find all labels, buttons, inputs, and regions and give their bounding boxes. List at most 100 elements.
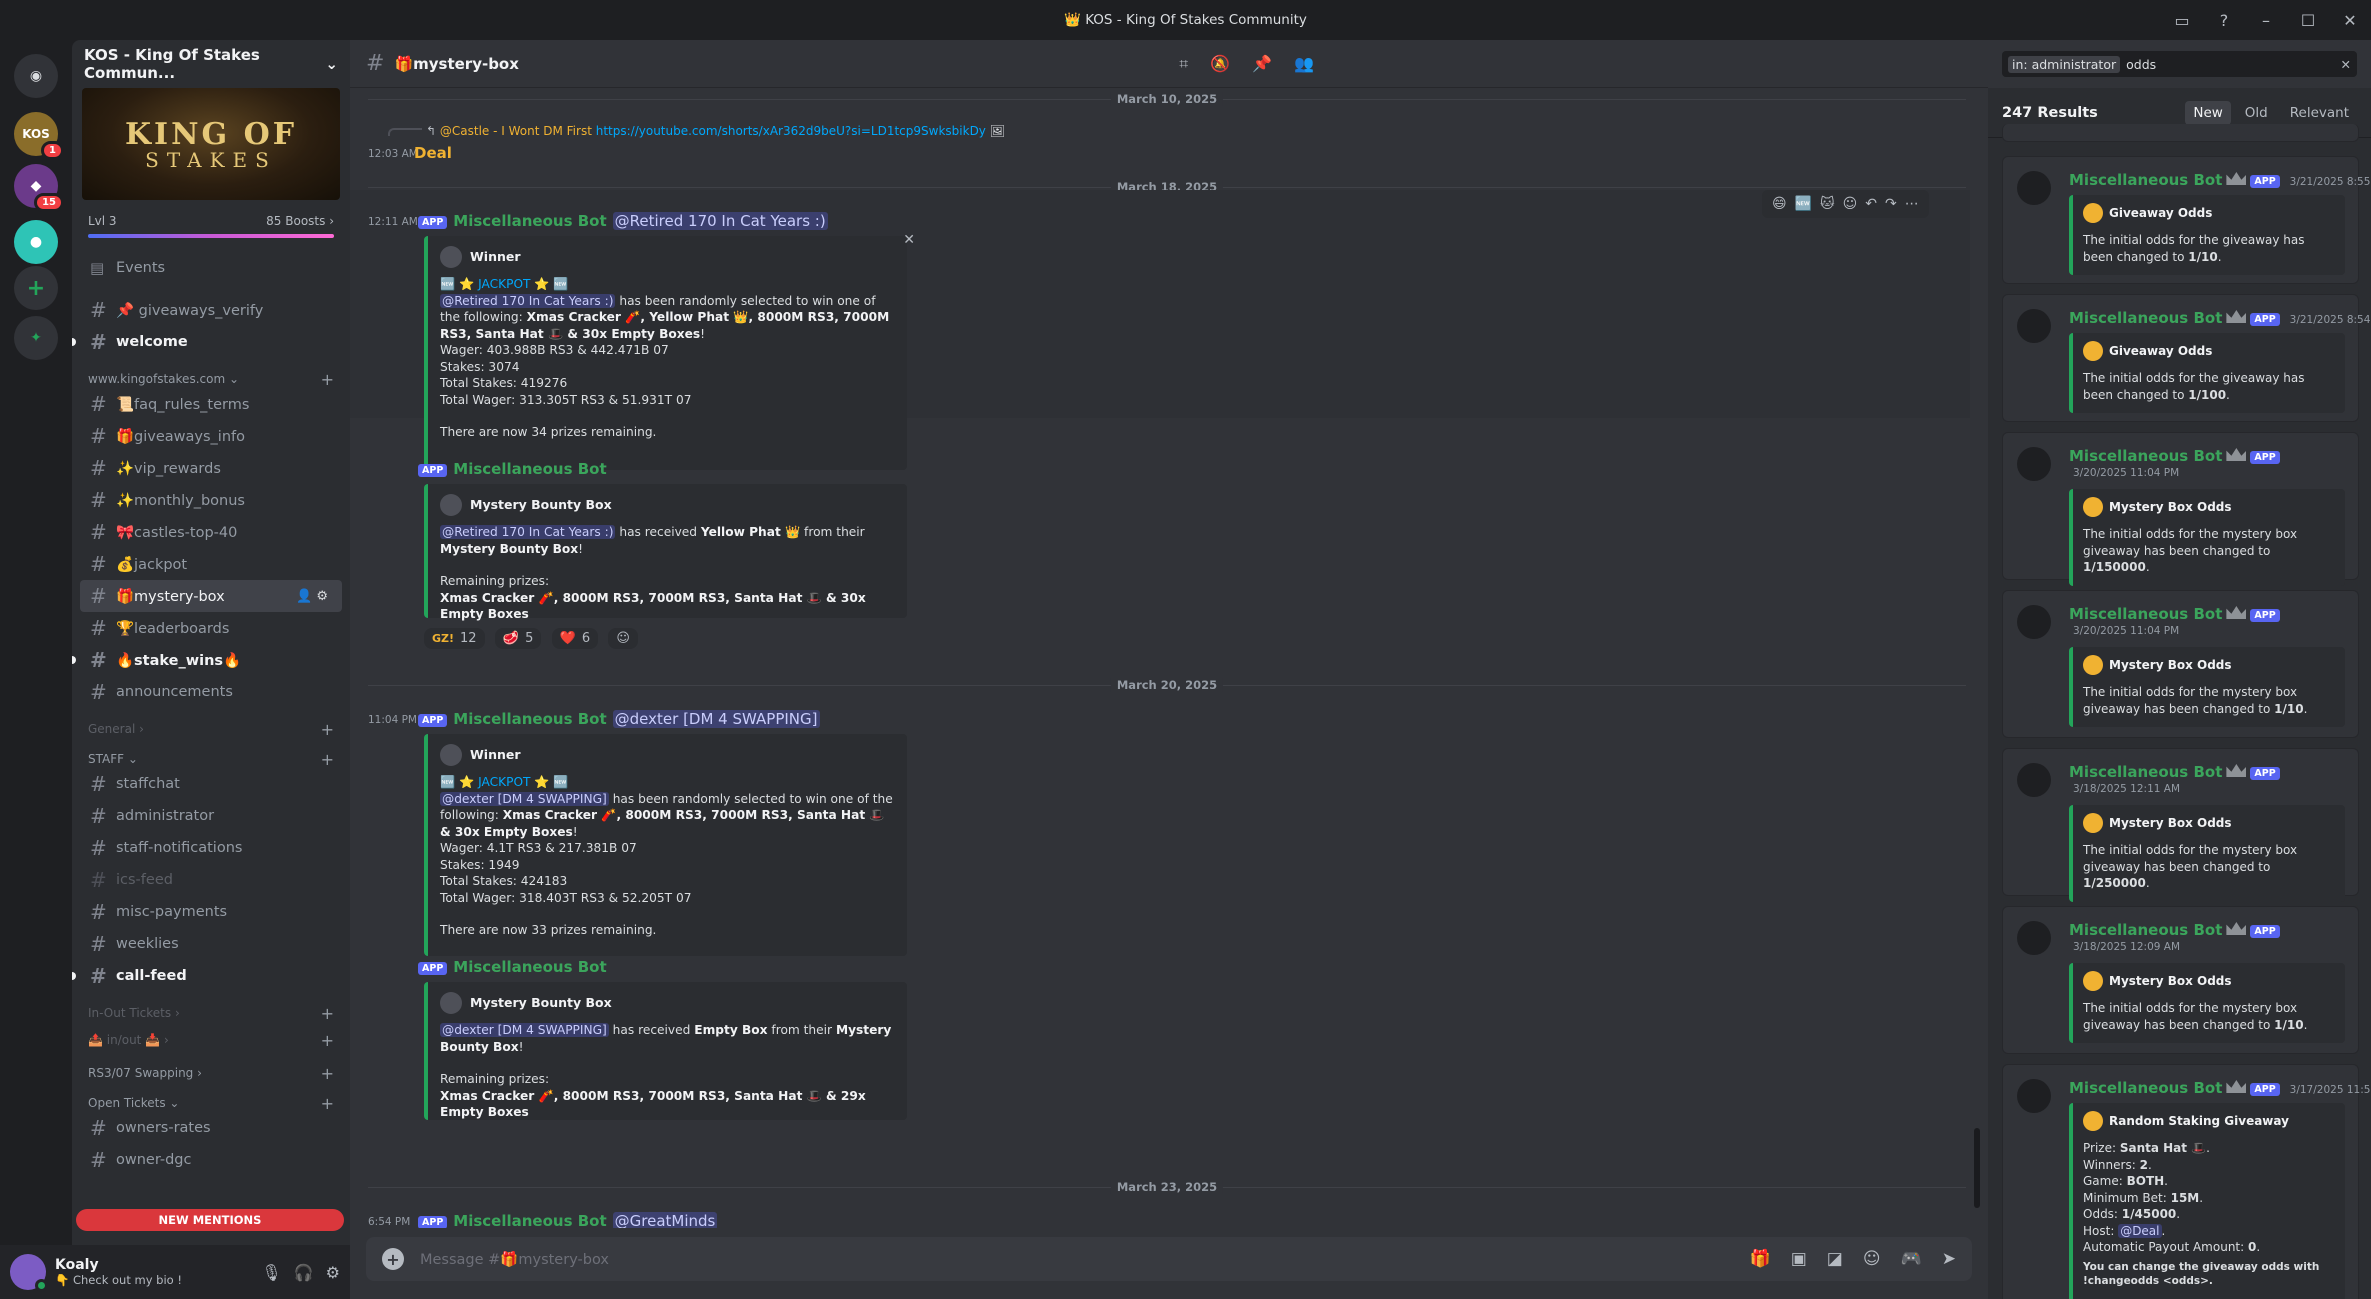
- server-icon-2[interactable]: ◆ 15: [14, 164, 64, 212]
- message-input[interactable]: Message #🎁mystery-box: [420, 1251, 609, 1268]
- author-name[interactable]: Miscellaneous Bot: [453, 460, 606, 478]
- add-channel-icon[interactable]: +: [321, 720, 334, 739]
- server-icon-3[interactable]: ●: [14, 220, 58, 264]
- channel-ics-feed[interactable]: # ics-feed: [80, 864, 342, 896]
- discord-home-icon[interactable]: ◉: [14, 54, 58, 98]
- channel-staff-notifications[interactable]: # staff-notifications: [80, 832, 342, 864]
- category-staff[interactable]: STAFF ⌄ +: [80, 738, 342, 769]
- sort-relevant-tab[interactable]: Relevant: [2282, 101, 2357, 125]
- add-channel-icon[interactable]: +: [321, 1004, 334, 1023]
- more-icon[interactable]: ⋯: [1905, 196, 1919, 212]
- author-name[interactable]: Miscellaneous Bot: [453, 1212, 606, 1228]
- server-header[interactable]: KOS - King Of Stakes Commun... ⌄: [72, 40, 350, 88]
- reaction-meat[interactable]: 🥩 5: [494, 628, 542, 649]
- channel-announcements[interactable]: # announcements: [80, 676, 342, 708]
- boost-row[interactable]: Lvl 3 85 Boosts ›: [72, 214, 350, 228]
- author-name[interactable]: Miscellaneous Bot: [453, 958, 606, 976]
- server-kos[interactable]: KOS 1: [14, 112, 64, 160]
- add-channel-icon[interactable]: +: [321, 750, 334, 769]
- send-icon[interactable]: ➤: [1942, 1249, 1956, 1269]
- add-channel-icon[interactable]: +: [321, 1031, 334, 1050]
- channel-monthly-bonus[interactable]: # ✨monthly_bonus: [80, 484, 342, 516]
- headphones-icon[interactable]: 🎧: [294, 1263, 314, 1282]
- channel-vip-rewards[interactable]: # ✨vip_rewards: [80, 452, 342, 484]
- reaction-cat-icon[interactable]: 🐱: [1820, 196, 1835, 212]
- help-icon[interactable]: ?: [2203, 11, 2245, 30]
- search-result[interactable]: Miscellaneous Bot APP 3/20/2025 11:04 PM …: [2002, 432, 2359, 586]
- search-filter-chip[interactable]: in: administrator: [2008, 55, 2121, 73]
- user-mention[interactable]: @Deal: [2118, 1223, 2162, 1238]
- close-icon[interactable]: ✕: [903, 232, 915, 249]
- add-channel-icon[interactable]: +: [321, 1064, 334, 1083]
- reaction-emoji-icon[interactable]: 😄: [1772, 196, 1787, 212]
- author-name[interactable]: Miscellaneous Bot: [453, 710, 606, 728]
- member-list-icon[interactable]: 👥: [1294, 54, 1314, 74]
- clear-search-icon[interactable]: ✕: [2341, 57, 2351, 72]
- reaction-new-icon[interactable]: 🆕: [1795, 196, 1812, 212]
- category-site[interactable]: www.kingofstakes.com ⌄ +: [80, 358, 342, 389]
- channel-stake-wins[interactable]: # 🔥stake_wins🔥: [72, 644, 342, 676]
- sort-old-tab[interactable]: Old: [2237, 101, 2276, 125]
- search-result[interactable]: Miscellaneous Bot APP 3/21/2025 8:55 PM Gi…: [2002, 156, 2371, 284]
- scrollbar[interactable]: [1974, 1128, 1980, 1208]
- reaction-heart[interactable]: ❤️ 6: [551, 628, 599, 649]
- category-rs3[interactable]: RS3/07 Swapping › +: [80, 1052, 342, 1083]
- user-mention[interactable]: @GreatMinds: [612, 1212, 718, 1228]
- microphone-icon[interactable]: 🎙: [261, 1263, 281, 1282]
- sort-new-tab[interactable]: New: [2185, 100, 2231, 125]
- channel-misc-payments[interactable]: # misc-payments: [80, 896, 342, 928]
- threads-icon[interactable]: ⌗: [1179, 54, 1188, 74]
- add-server-icon[interactable]: +: [14, 266, 58, 310]
- reply-author[interactable]: @Castle - I Wont DM First: [440, 124, 592, 138]
- channel-call-feed[interactable]: # call-feed: [72, 960, 342, 992]
- channel-jackpot[interactable]: # 💰jackpot: [80, 548, 342, 580]
- category-inout-sub[interactable]: 📤 in/out 📥 › +: [80, 1022, 342, 1052]
- channel-leaderboards[interactable]: # 🏆leaderboards: [80, 612, 342, 644]
- new-mentions-button[interactable]: NEW MENTIONS: [76, 1209, 344, 1231]
- reply-icon[interactable]: ↶: [1865, 196, 1877, 212]
- search-result[interactable]: Miscellaneous Bot APP 3/18/2025 12:09 AM …: [2002, 906, 2359, 1054]
- inbox-icon[interactable]: ▭: [2161, 11, 2203, 30]
- search-result-partial[interactable]: [2002, 124, 2359, 142]
- apps-icon[interactable]: 🎮: [1901, 1249, 1922, 1269]
- category-open-tickets[interactable]: Open Tickets ⌄ +: [80, 1082, 342, 1113]
- category-inout[interactable]: In-Out Tickets › +: [80, 992, 342, 1023]
- gif-icon[interactable]: ▣: [1791, 1249, 1807, 1269]
- upload-plus-icon[interactable]: +: [382, 1248, 404, 1270]
- avatar[interactable]: [10, 1254, 48, 1292]
- channel-staffchat[interactable]: # staffchat: [80, 768, 342, 800]
- emoji-icon[interactable]: ☺: [1863, 1249, 1881, 1269]
- message-composer[interactable]: + Message #🎁mystery-box 🎁 ▣ ◪ ☺ 🎮 ➤: [366, 1237, 1972, 1281]
- minimize-icon[interactable]: –: [2245, 11, 2287, 30]
- reaction-gz[interactable]: GZ! 12: [424, 628, 485, 649]
- channel-castles-top-40[interactable]: # 🎀castles-top-40: [80, 516, 342, 548]
- channel-faq[interactable]: # 📜faq_rules_terms: [80, 388, 342, 420]
- add-reaction-icon[interactable]: ☺: [1843, 196, 1858, 212]
- forward-icon[interactable]: ↷: [1885, 196, 1897, 212]
- pin-icon[interactable]: 📌: [1252, 54, 1272, 74]
- sticker-icon[interactable]: ◪: [1827, 1249, 1843, 1269]
- events-item[interactable]: ▤ Events: [80, 252, 342, 284]
- reply-link[interactable]: https://youtube.com/shorts/xAr362d9beU?s…: [596, 124, 986, 138]
- category-general[interactable]: General › +: [80, 708, 342, 739]
- search-result[interactable]: Miscellaneous Bot APP 3/20/2025 11:04 PM …: [2002, 590, 2359, 738]
- channel-giveaways-info[interactable]: # 🎁giveaways_info: [80, 420, 342, 452]
- user-mention[interactable]: @Retired 170 In Cat Years :): [612, 212, 828, 230]
- search-result[interactable]: Miscellaneous Bot APP 3/17/2025 11:51 PM R…: [2002, 1064, 2371, 1299]
- search-result[interactable]: Miscellaneous Bot APP 3/18/2025 12:11 AM …: [2002, 748, 2359, 902]
- add-channel-icon[interactable]: +: [321, 370, 334, 389]
- channel-weeklies[interactable]: # weeklies: [80, 928, 342, 960]
- settings-icon[interactable]: 👤⚙: [296, 589, 332, 604]
- user-mention[interactable]: @Retired 170 In Cat Years :): [440, 293, 616, 308]
- user-mention[interactable]: @dexter [DM 4 SWAPPING]: [612, 710, 820, 728]
- user-mention[interactable]: @dexter [DM 4 SWAPPING]: [440, 791, 609, 806]
- author-name[interactable]: Miscellaneous Bot: [453, 212, 606, 230]
- channel-administrator[interactable]: # administrator: [80, 800, 342, 832]
- discover-icon[interactable]: ✦: [14, 316, 58, 360]
- user-mention[interactable]: @Retired 170 In Cat Years :): [440, 525, 616, 539]
- add-reaction-icon[interactable]: ☺: [608, 628, 638, 649]
- author-name[interactable]: Deal: [414, 144, 452, 162]
- channel-owners-rates[interactable]: # owners-rates: [80, 1112, 342, 1144]
- gear-icon[interactable]: ⚙: [326, 1263, 340, 1282]
- add-channel-icon[interactable]: +: [321, 1094, 334, 1113]
